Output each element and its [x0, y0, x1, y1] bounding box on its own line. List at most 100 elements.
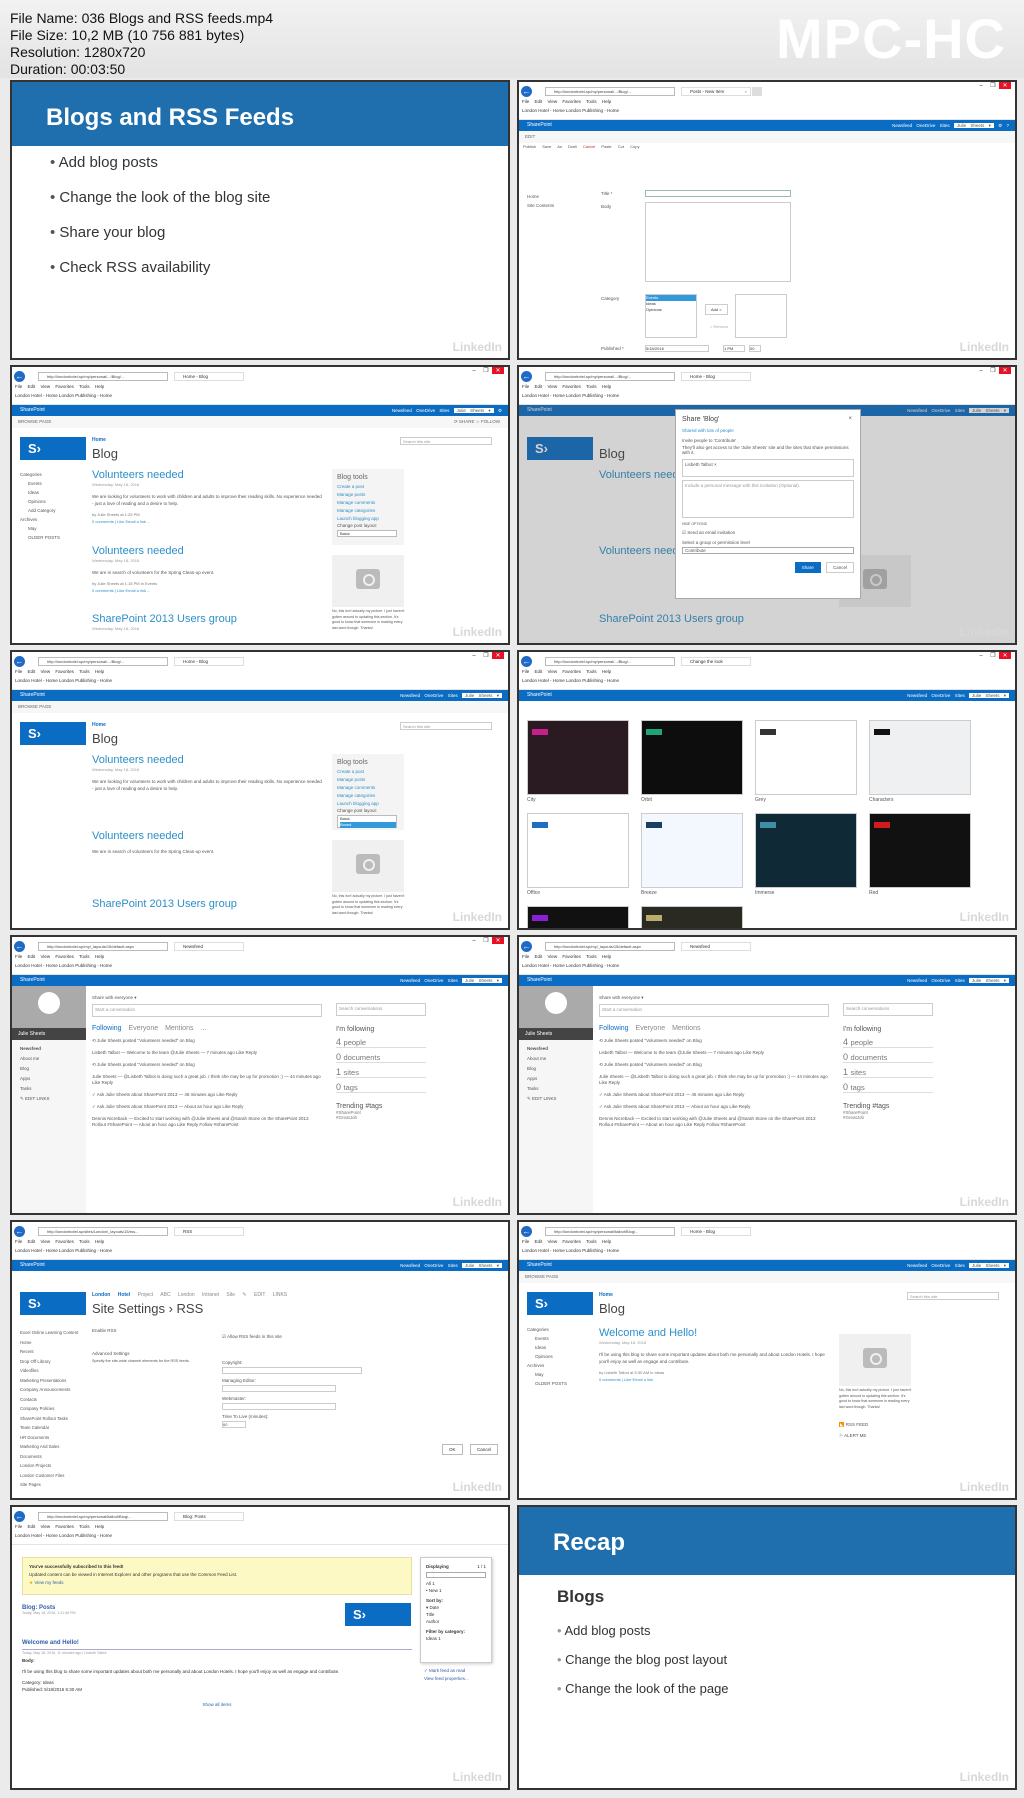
tab-mentions[interactable]: Mentions [165, 1025, 193, 1032]
nav-item[interactable]: Add Category [20, 506, 60, 515]
suite-links[interactable]: Newsfeed OneDrive Sites [400, 978, 458, 983]
filter-category-ideas[interactable]: Ideas 1 [426, 1635, 486, 1642]
ok-button[interactable]: OK [442, 1444, 463, 1455]
nav-item[interactable]: Marketing And Sales Documents [20, 1442, 82, 1461]
suite-links[interactable]: Newsfeed OneDrive Sites [400, 1263, 458, 1268]
filter-all[interactable]: All 1 [426, 1580, 486, 1587]
paste-button[interactable]: Paste [601, 144, 611, 149]
close-icon[interactable]: ✕ [999, 367, 1011, 374]
nav-item[interactable]: Videofiles [20, 1366, 82, 1376]
back-icon[interactable]: ← [521, 371, 532, 382]
favorites-bar[interactable]: London Hotel - Home London Publishing - … [15, 1533, 112, 1538]
thumbnail-2[interactable]: ← http://londonhotel-sp/my/personal/.../… [517, 80, 1017, 360]
browse-page-tabs[interactable]: BROWSE PAGE [18, 704, 51, 709]
back-icon[interactable]: ← [14, 656, 25, 667]
managing-editor-input[interactable] [222, 1385, 336, 1392]
tab-following[interactable]: Following [92, 1025, 122, 1032]
search-input[interactable]: Search this site [400, 437, 492, 445]
email-invitation-checkbox[interactable]: ☑ Send an email invitation [682, 530, 854, 536]
view-feeds-link[interactable]: ★ View my feeds [29, 1579, 405, 1587]
theme-option[interactable]: Orbit [641, 720, 743, 803]
title-input[interactable] [645, 190, 791, 197]
thumbnail-11[interactable]: ← http://londonhotel-sp/my/personal/ltal… [10, 1505, 510, 1790]
tab-mentions[interactable]: Mentions [672, 1025, 700, 1032]
edit-links[interactable]: ✎ EDIT LINKS [527, 1094, 593, 1104]
layout-select[interactable]: Basic [337, 530, 397, 537]
favorites-bar[interactable]: London Hotel - Home London Publishing - … [522, 108, 619, 113]
breadcrumb[interactable]: Home [92, 437, 106, 443]
favorites-bar[interactable]: London Hotel - Home London Publishing - … [15, 963, 112, 968]
manage-posts-link[interactable]: Manage posts [337, 491, 399, 499]
menu-bar[interactable]: File Edit View Favorites Tools Help [15, 669, 104, 674]
menu-bar[interactable]: File Edit View Favorites Tools Help [15, 954, 104, 959]
nav-item[interactable]: Marketing Presentations [20, 1376, 82, 1386]
back-icon[interactable]: ← [14, 1511, 25, 1522]
address-bar[interactable]: http://londonhotel-sp/my/personal/ltalbo… [545, 1227, 675, 1236]
thumbnail-12[interactable]: Recap Blogs Add blog posts Change the bl… [517, 1505, 1017, 1790]
post-title[interactable]: Volunteers needed [92, 830, 322, 842]
address-bar[interactable]: http://londonhotel-sp/my/_layouts/15/def… [545, 942, 675, 951]
theme-preview[interactable] [869, 720, 971, 795]
browser-tab[interactable]: Posts - New Item × [681, 87, 751, 96]
layout-dropdown-open[interactable]: Basic Boxed [337, 815, 397, 828]
close-icon[interactable]: ✕ [492, 652, 504, 659]
manage-categories-link[interactable]: Manage categories [337, 507, 399, 515]
nav-item[interactable]: OLDER POSTS [20, 533, 60, 542]
thumbnail-3[interactable]: ← http://londonhotel-sp/my/personal/.../… [10, 365, 510, 645]
stat-sites[interactable]: 1 sites [843, 1067, 933, 1078]
suite-links[interactable]: Newsfeed OneDrive Sites [392, 408, 450, 413]
user-menu[interactable]: Julie Sheets ▾ [461, 978, 502, 983]
minimize-icon[interactable]: – [975, 368, 987, 374]
suite-links[interactable]: Newsfeed OneDrive Sites [907, 1263, 965, 1268]
user-menu[interactable]: Julie Sheets ▾ [953, 123, 994, 128]
browser-tab[interactable]: Home - Blog [174, 657, 244, 666]
nav-item[interactable]: London Projects [20, 1461, 82, 1471]
back-icon[interactable]: ← [521, 656, 532, 667]
post-title[interactable]: SharePoint 2013 Users group [92, 898, 322, 910]
site-logo[interactable]: S› [20, 1292, 86, 1315]
favorites-bar[interactable]: London Hotel - Home London Publishing - … [15, 393, 112, 398]
back-icon[interactable]: ← [14, 941, 25, 952]
minimize-icon[interactable]: – [468, 938, 480, 944]
address-bar[interactable]: http://londonhotel-sp/my/personal/.../Bl… [38, 657, 168, 666]
category-option[interactable]: Opinions [646, 307, 696, 313]
nav-item[interactable]: Home [20, 1338, 82, 1348]
rss-feed-link[interactable]: ◣ RSS FEED [839, 1422, 868, 1428]
thumbnail-1[interactable]: Blogs and RSS Feeds Add blog posts Chang… [10, 80, 510, 360]
maximize-icon[interactable]: ❐ [987, 367, 999, 374]
mark-read-link[interactable]: ✓ Mark feed as read [424, 1667, 469, 1675]
nav-item[interactable]: Opinions [20, 497, 60, 506]
suite-links[interactable]: Newsfeed OneDrive Sites [892, 123, 950, 128]
menu-bar[interactable]: File Edit View Favorites Tools Help [522, 669, 611, 674]
menu-bar[interactable]: File Edit View Favorites Tools Help [522, 1239, 611, 1244]
back-icon[interactable]: ← [521, 941, 532, 952]
address-bar[interactable]: http://londonhotel-sp/my/personal/.../Bl… [38, 372, 168, 381]
maximize-icon[interactable]: ❐ [480, 367, 492, 374]
nav-item[interactable]: Company Policies [20, 1404, 82, 1414]
tab-everyone[interactable]: Everyone [636, 1025, 666, 1032]
nav-blog[interactable]: Blog [20, 1064, 86, 1074]
nav-newsfeed[interactable]: Newsfeed [527, 1044, 593, 1054]
sharepoint-brand[interactable]: SharePoint [527, 692, 552, 698]
address-bar[interactable]: http://londonhotel-sp/my/personal/ltalbo… [38, 1512, 168, 1521]
thumbnail-10[interactable]: ← http://londonhotel-sp/my/personal/ltal… [517, 1220, 1017, 1500]
stat-tags[interactable]: 0 tags [843, 1082, 933, 1093]
post-actions[interactable]: 0 comments | Like Email a link ... [92, 588, 322, 593]
cut-button[interactable]: Cut [618, 144, 624, 149]
shared-with-link[interactable]: Shared with lots of people [682, 428, 854, 433]
nav-item[interactable]: Company Announcements [20, 1385, 82, 1395]
favorites-bar[interactable]: London Hotel - Home London Publishing - … [15, 1248, 112, 1253]
address-bar[interactable]: http://londonhotel-sp/my/_layouts/15/def… [38, 942, 168, 951]
people-picker[interactable]: Lisbeth Talbot × [682, 459, 854, 477]
theme-preview[interactable] [755, 720, 857, 795]
trending-tag[interactable]: #GreatJob [336, 1115, 426, 1120]
address-bar[interactable]: http://londonhotel-sp/my/personal/.../Bl… [545, 657, 675, 666]
post-title[interactable]: Volunteers needed [92, 469, 322, 481]
nav-item[interactable]: Ideas [527, 1343, 567, 1352]
favorites-bar[interactable]: London Hotel - Home London Publishing - … [522, 963, 619, 968]
close-tab-icon[interactable]: × [745, 88, 747, 96]
close-icon[interactable]: × [848, 416, 852, 422]
close-icon[interactable]: ✕ [492, 367, 504, 374]
address-bar[interactable]: http://londonhotel-sp/my/personal/.../Bl… [545, 372, 675, 381]
theme-option[interactable]: Immerse [755, 813, 857, 896]
